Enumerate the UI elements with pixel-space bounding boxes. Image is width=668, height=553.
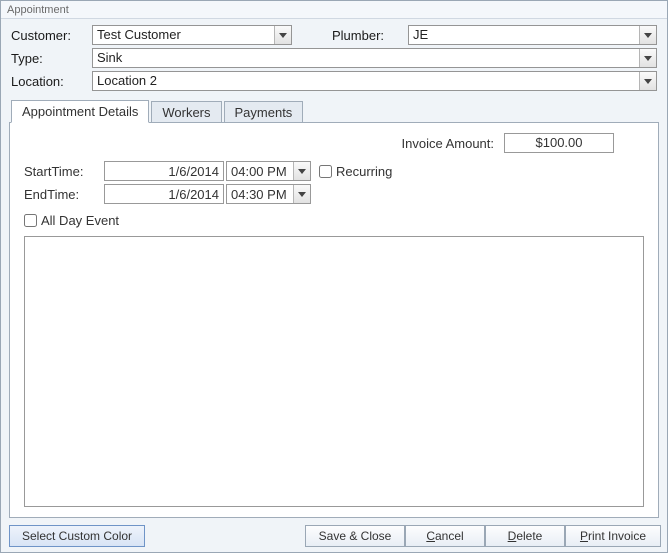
tab-panel-details: Invoice Amount: $100.00 StartTime: 1/6/2… xyxy=(9,122,659,518)
recurring-input[interactable] xyxy=(319,165,332,178)
starttime-label: StartTime: xyxy=(24,164,102,179)
start-time-value: 04:00 PM xyxy=(227,164,293,179)
endtime-label: EndTime: xyxy=(24,187,102,202)
window-title: Appointment xyxy=(1,1,667,19)
type-value: Sink xyxy=(93,49,639,67)
type-label: Type: xyxy=(11,51,86,66)
appointment-window: Appointment Customer: Test Customer Plum… xyxy=(0,0,668,553)
notes-textarea[interactable] xyxy=(24,236,644,507)
end-date-value: 1/6/2014 xyxy=(105,187,223,202)
location-value: Location 2 xyxy=(93,72,639,90)
plumber-label: Plumber: xyxy=(332,28,402,43)
plumber-combo[interactable]: JE xyxy=(408,25,657,45)
chevron-down-icon[interactable] xyxy=(293,185,310,203)
chevron-down-icon[interactable] xyxy=(639,72,656,90)
header-form: Customer: Test Customer Plumber: JE Type… xyxy=(1,19,667,98)
type-combo[interactable]: Sink xyxy=(92,48,657,68)
chevron-down-icon[interactable] xyxy=(274,26,291,44)
tab-details[interactable]: Appointment Details xyxy=(11,100,149,123)
chevron-down-icon[interactable] xyxy=(293,162,310,180)
plumber-value: JE xyxy=(409,26,639,44)
print-invoice-button[interactable]: Print Invoice xyxy=(565,525,661,547)
end-time-input[interactable]: 04:30 PM xyxy=(226,184,311,204)
recurring-checkbox[interactable]: Recurring xyxy=(319,164,392,179)
tab-payments[interactable]: Payments xyxy=(224,101,304,123)
chevron-down-icon[interactable] xyxy=(639,26,656,44)
cancel-button[interactable]: Cancel xyxy=(405,525,485,547)
end-date-input[interactable]: 1/6/2014 xyxy=(104,184,224,204)
tab-workers[interactable]: Workers xyxy=(151,101,221,123)
select-color-button[interactable]: Select Custom Color xyxy=(9,525,145,547)
save-close-button[interactable]: Save & Close xyxy=(305,525,405,547)
recurring-label: Recurring xyxy=(336,164,392,179)
delete-button[interactable]: Delete xyxy=(485,525,565,547)
start-time-input[interactable]: 04:00 PM xyxy=(226,161,311,181)
customer-label: Customer: xyxy=(11,28,86,43)
allday-checkbox[interactable]: All Day Event xyxy=(24,213,119,228)
customer-combo[interactable]: Test Customer xyxy=(92,25,292,45)
customer-value: Test Customer xyxy=(93,26,274,44)
tabstrip: Appointment Details Workers Payments xyxy=(9,98,659,122)
allday-label: All Day Event xyxy=(41,213,119,228)
location-combo[interactable]: Location 2 xyxy=(92,71,657,91)
button-bar: Select Custom Color Save & Close Cancel … xyxy=(1,524,667,552)
end-time-value: 04:30 PM xyxy=(227,187,293,202)
location-label: Location: xyxy=(11,74,86,89)
start-date-value: 1/6/2014 xyxy=(105,164,223,179)
start-date-input[interactable]: 1/6/2014 xyxy=(104,161,224,181)
chevron-down-icon[interactable] xyxy=(639,49,656,67)
invoice-amount[interactable]: $100.00 xyxy=(504,133,614,153)
allday-input[interactable] xyxy=(24,214,37,227)
invoice-label: Invoice Amount: xyxy=(402,136,495,151)
